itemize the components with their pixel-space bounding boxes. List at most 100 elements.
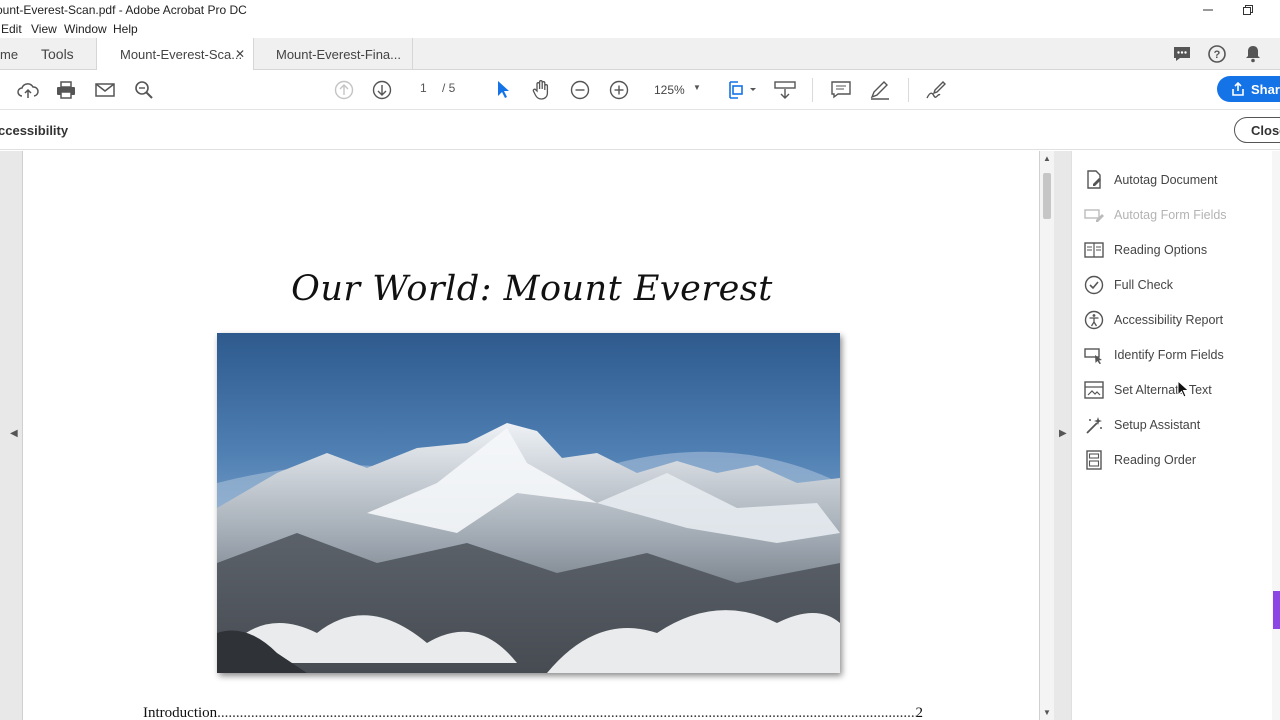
highlight-button[interactable] xyxy=(868,78,892,102)
autotag-document-icon xyxy=(1084,170,1104,190)
next-page-button[interactable] xyxy=(370,78,394,102)
page-total: / 5 xyxy=(442,81,456,95)
tool-pane-header: ccessibility Close xyxy=(0,110,1280,150)
tab-home[interactable]: me xyxy=(0,38,20,70)
identify-form-fields-item[interactable]: Identify Form Fields xyxy=(1084,343,1224,367)
reading-options-label: Reading Options xyxy=(1114,243,1208,257)
hand-tool-button[interactable] xyxy=(529,78,553,102)
zoom-search-icon xyxy=(135,81,153,99)
autotag-form-fields-item[interactable]: Autotag Form Fields xyxy=(1084,203,1227,227)
arrow-down-circle-icon xyxy=(372,80,392,100)
share-label: Shar xyxy=(1251,81,1280,97)
comment-button[interactable] xyxy=(829,78,853,102)
window-title: ount-Everest-Scan.pdf - Adobe Acrobat Pr… xyxy=(0,3,247,17)
tab-tools-label: Tools xyxy=(41,46,74,62)
toolbar-divider xyxy=(908,78,909,102)
accessibility-tools-pane: Autotag Document Autotag Form Fields Rea… xyxy=(1071,151,1272,720)
reading-order-item[interactable]: Reading Order xyxy=(1084,448,1196,472)
toc-leader-dots: ........................................… xyxy=(217,705,915,720)
scroll-down-icon[interactable]: ▼ xyxy=(1043,708,1051,717)
collapse-left-pane-icon[interactable]: ◀ xyxy=(10,428,18,439)
find-button[interactable] xyxy=(132,78,156,102)
close-tool-label: Close xyxy=(1251,122,1280,138)
menu-help[interactable]: Help xyxy=(113,22,138,36)
tab-bar: me Tools Mount-Everest-Sca... ✕ Mount-Ev… xyxy=(0,38,1280,71)
sign-pen-icon xyxy=(926,81,946,99)
page-number-input[interactable]: 1 xyxy=(420,81,427,95)
setup-assistant-label: Setup Assistant xyxy=(1114,418,1201,432)
toc-entry-introduction[interactable]: Introduction ...........................… xyxy=(143,705,923,720)
tab-document-label: Mount-Everest-Sca... xyxy=(120,47,243,62)
set-alternate-text-item[interactable]: Set Alternate Text xyxy=(1084,378,1212,402)
close-tool-button[interactable]: Close xyxy=(1234,117,1280,143)
pointer-arrow-icon xyxy=(498,81,509,98)
tab-home-label: me xyxy=(0,46,19,62)
set-alternate-text-label: Set Alternate Text xyxy=(1114,383,1212,397)
share-icon xyxy=(1232,82,1244,96)
menu-window[interactable]: Window xyxy=(64,22,107,36)
autotag-document-label: Autotag Document xyxy=(1114,173,1218,187)
plus-circle-icon xyxy=(609,80,629,100)
upload-cloud-button[interactable] xyxy=(16,78,40,102)
right-edge-strip xyxy=(1272,151,1280,720)
setup-assistant-icon xyxy=(1084,415,1104,435)
reading-options-item[interactable]: Reading Options xyxy=(1084,238,1207,262)
menu-view[interactable]: View xyxy=(31,22,57,36)
vertical-scrollbar[interactable]: ▲ ▼ xyxy=(1040,151,1054,720)
scrollbar-thumb[interactable] xyxy=(1043,173,1051,219)
pen-icon xyxy=(870,81,889,100)
scroll-up-icon[interactable]: ▲ xyxy=(1043,154,1051,163)
email-button[interactable] xyxy=(93,78,117,102)
print-button[interactable] xyxy=(54,78,78,102)
full-check-icon xyxy=(1084,275,1104,295)
autotag-form-fields-label: Autotag Form Fields xyxy=(1114,208,1227,222)
main-toolbar: 1 / 5 125% ▼ xyxy=(0,70,1280,110)
tool-name: ccessibility xyxy=(0,123,69,138)
accessibility-report-icon xyxy=(1084,310,1104,330)
close-tab-icon[interactable]: ✕ xyxy=(235,47,245,61)
minimize-icon xyxy=(1203,9,1213,11)
reading-options-icon xyxy=(1084,240,1104,260)
zoom-level-dropdown[interactable]: 125% ▼ xyxy=(648,78,710,102)
zoom-in-button[interactable] xyxy=(607,78,631,102)
mount-everest-photo xyxy=(217,333,840,673)
collapse-right-pane-icon[interactable]: ▶ xyxy=(1059,428,1067,439)
zoom-out-button[interactable] xyxy=(568,78,592,102)
toc-entry-label: Introduction xyxy=(143,705,218,720)
set-alternate-text-icon xyxy=(1084,380,1104,400)
fit-page-icon xyxy=(729,81,756,99)
comment-bubble-icon[interactable] xyxy=(1172,44,1192,64)
autotag-document-item[interactable]: Autotag Document xyxy=(1084,168,1218,192)
svg-text:?: ? xyxy=(1214,49,1221,61)
menu-bar: Edit View Window Help xyxy=(0,20,1280,38)
tab-document-active[interactable]: Mount-Everest-Sca... ✕ xyxy=(96,38,254,71)
select-tool-button[interactable] xyxy=(491,78,515,102)
side-panel-tab[interactable] xyxy=(1273,591,1280,629)
help-icon[interactable]: ? xyxy=(1207,44,1227,64)
accessibility-report-label: Accessibility Report xyxy=(1114,313,1224,327)
setup-assistant-item[interactable]: Setup Assistant xyxy=(1084,413,1200,437)
accessibility-report-item[interactable]: Accessibility Report xyxy=(1084,308,1223,332)
full-check-item[interactable]: Full Check xyxy=(1084,273,1173,297)
restore-icon xyxy=(1243,5,1253,15)
toolbar-divider xyxy=(812,78,813,102)
fill-sign-button[interactable] xyxy=(924,78,948,102)
mouse-cursor-icon xyxy=(1177,379,1190,401)
restore-button[interactable] xyxy=(1228,0,1268,20)
identify-form-fields-icon xyxy=(1084,345,1104,365)
tab-document-2[interactable]: Mount-Everest-Fina... xyxy=(255,38,413,70)
tab-tools[interactable]: Tools xyxy=(41,38,91,70)
full-check-label: Full Check xyxy=(1114,278,1174,292)
menu-edit[interactable]: Edit xyxy=(1,22,22,36)
notification-bell-icon[interactable] xyxy=(1243,44,1263,64)
minimize-button[interactable] xyxy=(1188,0,1228,20)
previous-page-button[interactable] xyxy=(332,78,356,102)
share-button[interactable]: Shar xyxy=(1217,76,1280,102)
page-layout-button[interactable] xyxy=(724,78,758,102)
reading-order-label: Reading Order xyxy=(1114,453,1196,467)
minus-circle-icon xyxy=(570,80,590,100)
hand-icon xyxy=(532,80,549,100)
scrolling-mode-button[interactable] xyxy=(773,78,797,102)
toc-page-number: 2 xyxy=(915,705,924,720)
document-viewer[interactable]: ◀ Our World: Mount Everest Introduction … xyxy=(0,151,1071,720)
